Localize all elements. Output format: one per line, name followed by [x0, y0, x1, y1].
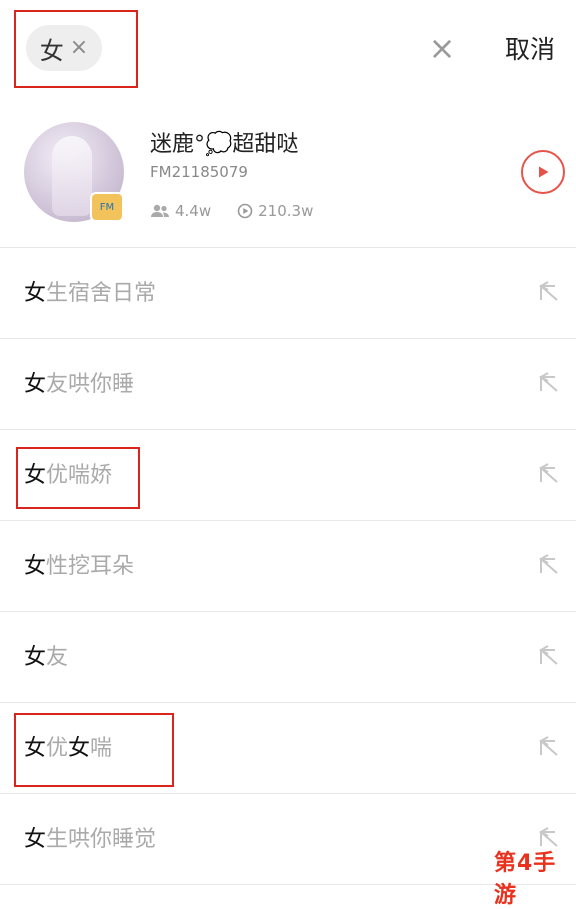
people-icon: [151, 204, 169, 217]
fill-query-arrow-icon[interactable]: [536, 460, 562, 486]
suggestion-row[interactable]: 女生哄你睡觉: [0, 794, 576, 885]
profile-card[interactable]: FM 迷鹿°💭超甜哒 FM21185079 4.4w 210.3w: [0, 100, 576, 248]
fans-count: 4.4w: [175, 202, 212, 220]
suggestion-text: 女生宿舍日常: [24, 281, 157, 306]
suggestion-row[interactable]: 女生宿舍日常: [0, 248, 576, 339]
fill-query-arrow-icon[interactable]: [536, 642, 562, 668]
suggestion-row[interactable]: 女优喘娇: [0, 430, 576, 521]
chip-remove-icon[interactable]: ×: [70, 37, 88, 59]
suggestion-text: 女友: [24, 645, 69, 670]
suggestion-text: 女优喘娇: [24, 463, 113, 488]
clear-icon[interactable]: ×: [426, 32, 458, 64]
profile-name: 迷鹿°💭超甜哒: [150, 132, 299, 157]
suggestion-text: 女友哄你睡: [24, 372, 135, 397]
fans-stat: 4.4w: [150, 202, 211, 220]
suggestion-list: 女生宿舍日常 女友哄你睡 女优喘娇 女性挖耳朵 女友 女优女喘 女生哄你睡觉: [0, 248, 576, 885]
badge-icon: FM: [90, 192, 124, 222]
play-icon: [539, 166, 549, 178]
search-keyword-chip[interactable]: 女 ×: [26, 25, 102, 71]
suggestion-row[interactable]: 女性挖耳朵: [0, 521, 576, 612]
fill-query-arrow-icon[interactable]: [536, 369, 562, 395]
profile-id: FM21185079: [150, 163, 248, 181]
watermark-logo: 第4手游: [494, 851, 557, 908]
suggestion-row[interactable]: 女友哄你睡: [0, 339, 576, 430]
avatar-image: [52, 136, 92, 216]
suggestion-text: 女生哄你睡觉: [24, 827, 157, 852]
search-bar: 女 × × 取消: [0, 0, 576, 100]
cancel-button[interactable]: 取消: [490, 30, 570, 70]
fill-query-arrow-icon[interactable]: [536, 733, 562, 759]
profile-stats: 4.4w 210.3w: [150, 202, 313, 220]
suggestion-row[interactable]: 女优女喘: [0, 703, 576, 794]
chip-label: 女: [39, 36, 64, 65]
plays-stat: 210.3w: [237, 202, 313, 220]
suggestion-text: 女优女喘: [24, 736, 113, 761]
suggestion-text: 女性挖耳朵: [24, 554, 135, 579]
play-count-icon: [237, 203, 253, 219]
play-button[interactable]: [521, 150, 565, 194]
suggestion-row[interactable]: 女友: [0, 612, 576, 703]
fill-query-arrow-icon[interactable]: [536, 278, 562, 304]
plays-count: 210.3w: [258, 202, 314, 220]
fill-query-arrow-icon[interactable]: [536, 551, 562, 577]
